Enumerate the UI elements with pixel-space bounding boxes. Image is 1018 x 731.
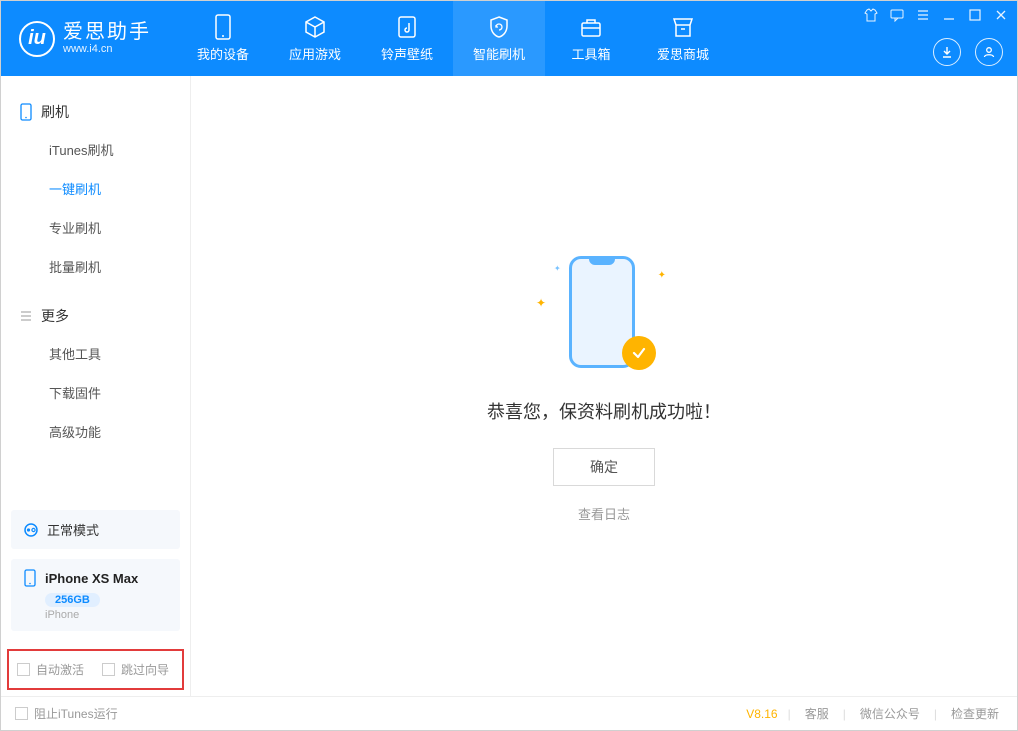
toolbox-icon: [578, 14, 604, 40]
sparkle-icon: ✦: [658, 270, 666, 281]
sidebar-item-download-firmware[interactable]: 下载固件: [1, 373, 190, 412]
sidebar-item-advanced[interactable]: 高级功能: [1, 412, 190, 451]
device-capacity: 256GB: [45, 593, 100, 607]
sidebar-group-title: 刷机: [41, 102, 69, 122]
logo: iu 爱思助手 www.i4.cn: [1, 21, 169, 57]
close-icon[interactable]: [993, 7, 1009, 23]
footer-link-wechat[interactable]: 微信公众号: [856, 705, 924, 722]
tab-label: 爱思商城: [657, 44, 709, 63]
device-type: iPhone: [45, 609, 168, 621]
sidebar-item-pro-flash[interactable]: 专业刷机: [1, 208, 190, 247]
tab-my-device[interactable]: 我的设备: [177, 1, 269, 76]
logo-icon: iu: [19, 21, 55, 57]
version-label: V8.16: [746, 707, 777, 721]
success-illustration: ✦ ✦ ✦: [524, 250, 684, 380]
device-block: 正常模式 iPhone XS Max 256GB iPhone: [1, 510, 190, 641]
maximize-icon[interactable]: [967, 7, 983, 23]
flash-options-highlight: 自动激活 跳过向导: [7, 649, 184, 690]
checkbox-label: 自动激活: [36, 661, 84, 678]
tab-label: 工具箱: [571, 44, 610, 63]
checkbox-icon: [15, 707, 28, 720]
sidebar-item-oneclick-flash[interactable]: 一键刷机: [1, 169, 190, 208]
download-button[interactable]: [933, 38, 961, 66]
body: 刷机 iTunes刷机 一键刷机 专业刷机 批量刷机 更多 其他工具 下载固件 …: [1, 76, 1017, 696]
footer-link-support[interactable]: 客服: [801, 705, 833, 722]
sidebar-group-header: 更多: [1, 298, 190, 334]
header-right-actions: [933, 38, 1003, 66]
sparkle-icon: ✦: [554, 264, 561, 273]
header: iu 爱思助手 www.i4.cn 我的设备 应用游戏: [1, 1, 1017, 76]
feedback-icon[interactable]: [889, 7, 905, 23]
main-content: ✦ ✦ ✦ 恭喜您，保资料刷机成功啦！ 确定 查看日志: [191, 76, 1017, 696]
sidebar-item-itunes-flash[interactable]: iTunes刷机: [1, 130, 190, 169]
sidebar: 刷机 iTunes刷机 一键刷机 专业刷机 批量刷机 更多 其他工具 下载固件 …: [1, 76, 191, 696]
view-log-link[interactable]: 查看日志: [578, 504, 630, 523]
tab-ringtones-wallpapers[interactable]: 铃声壁纸: [361, 1, 453, 76]
account-button[interactable]: [975, 38, 1003, 66]
checkbox-label: 阻止iTunes运行: [34, 705, 118, 722]
store-icon: [670, 14, 696, 40]
checkbox-icon: [102, 663, 115, 676]
footer: 阻止iTunes运行 V8.16 | 客服 | 微信公众号 | 检查更新: [1, 696, 1017, 730]
music-file-icon: [394, 14, 420, 40]
phone-icon: [19, 103, 33, 121]
minimize-icon[interactable]: [941, 7, 957, 23]
block-itunes-checkbox[interactable]: 阻止iTunes运行: [15, 705, 118, 722]
mode-icon: [23, 522, 39, 538]
app-subtitle: www.i4.cn: [63, 43, 151, 55]
checkbox-icon: [17, 663, 30, 676]
cube-icon: [302, 14, 328, 40]
window-controls: [863, 7, 1009, 23]
tab-label: 我的设备: [197, 44, 249, 63]
menu-icon[interactable]: [915, 7, 931, 23]
ok-button[interactable]: 确定: [553, 448, 655, 486]
tab-label: 应用游戏: [289, 44, 341, 63]
auto-activate-checkbox[interactable]: 自动激活: [17, 661, 84, 678]
app-window: iu 爱思助手 www.i4.cn 我的设备 应用游戏: [0, 0, 1018, 731]
separator: |: [843, 707, 846, 721]
separator: |: [788, 707, 791, 721]
shirt-icon[interactable]: [863, 7, 879, 23]
main-tabs: 我的设备 应用游戏 铃声壁纸 智能刷机: [177, 1, 729, 76]
tab-label: 智能刷机: [473, 44, 525, 63]
check-badge-icon: [622, 336, 656, 370]
sidebar-group-flash: 刷机 iTunes刷机 一键刷机 专业刷机 批量刷机: [1, 88, 190, 292]
sidebar-item-other-tools[interactable]: 其他工具: [1, 334, 190, 373]
success-message: 恭喜您，保资料刷机成功啦！: [487, 398, 721, 424]
checkbox-label: 跳过向导: [121, 661, 169, 678]
device-mode-label: 正常模式: [47, 520, 99, 539]
device-card[interactable]: iPhone XS Max 256GB iPhone: [11, 559, 180, 631]
app-title: 爱思助手: [63, 21, 151, 43]
sidebar-item-batch-flash[interactable]: 批量刷机: [1, 247, 190, 286]
device-name: iPhone XS Max: [45, 571, 138, 586]
device-icon: [210, 14, 236, 40]
skip-guide-checkbox[interactable]: 跳过向导: [102, 661, 169, 678]
footer-right: V8.16 | 客服 | 微信公众号 | 检查更新: [746, 705, 1003, 722]
sidebar-group-more: 更多 其他工具 下载固件 高级功能: [1, 292, 190, 457]
tab-toolbox[interactable]: 工具箱: [545, 1, 637, 76]
tab-label: 铃声壁纸: [381, 44, 433, 63]
list-icon: [19, 309, 33, 323]
phone-icon: [23, 569, 37, 587]
tab-apps-games[interactable]: 应用游戏: [269, 1, 361, 76]
tab-store[interactable]: 爱思商城: [637, 1, 729, 76]
shield-refresh-icon: [486, 14, 512, 40]
sidebar-group-header: 刷机: [1, 94, 190, 130]
device-mode-card[interactable]: 正常模式: [11, 510, 180, 549]
separator: |: [934, 707, 937, 721]
logo-text: 爱思助手 www.i4.cn: [63, 21, 151, 55]
sidebar-group-title: 更多: [41, 306, 69, 326]
footer-link-check-update[interactable]: 检查更新: [947, 705, 1003, 722]
sparkle-icon: ✦: [536, 296, 546, 310]
tab-smart-flash[interactable]: 智能刷机: [453, 1, 545, 76]
